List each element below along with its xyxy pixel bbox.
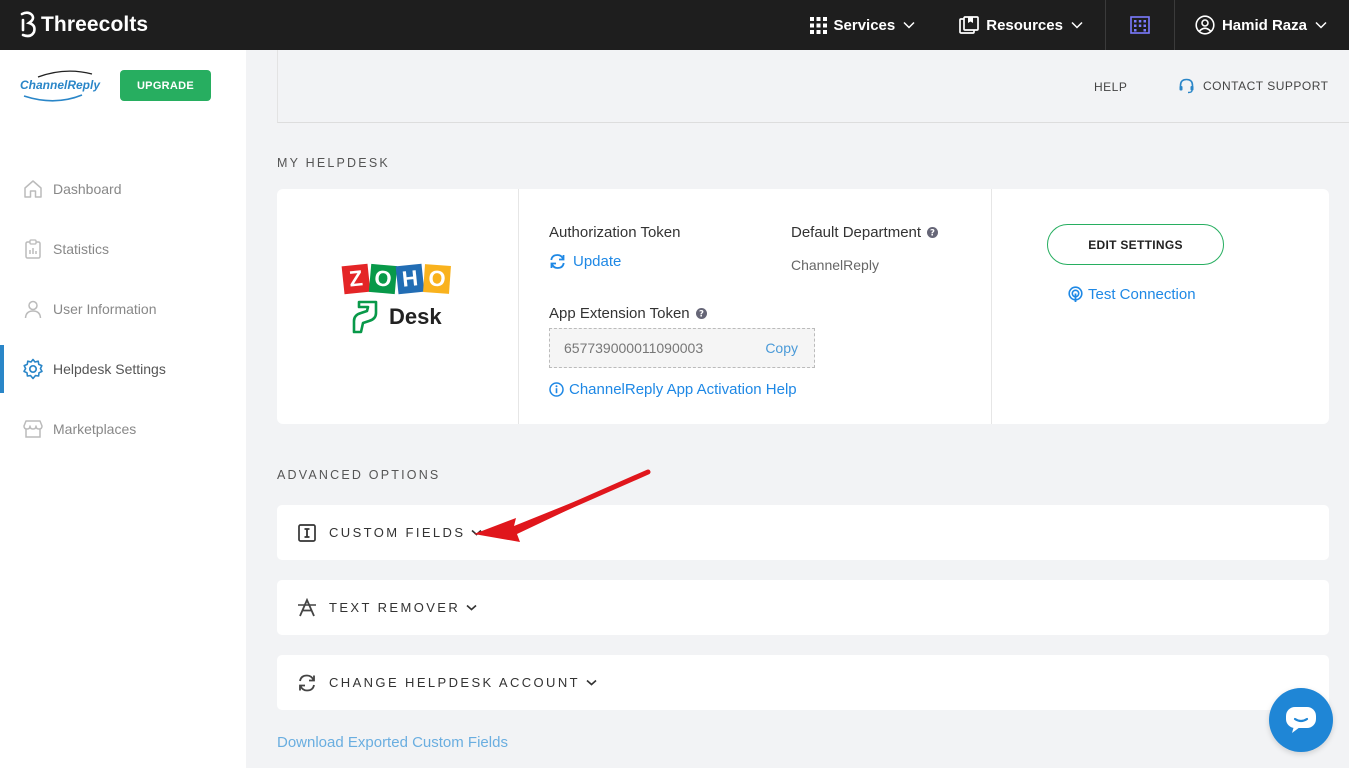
desk-wordmark: Desk [389,304,442,329]
app-extension-token-field: 657739000011090003 Copy [549,328,815,368]
sidebar-item-label: Dashboard [53,181,122,197]
change-helpdesk-account-accordion[interactable]: CHANGE HELPDESK ACCOUNT [277,655,1329,710]
zoho-letter: Z [341,263,371,295]
chat-bubble-icon [1286,707,1316,733]
help-question-icon[interactable]: ? [695,308,707,319]
activation-help-link[interactable]: ChannelReply App Activation Help [549,381,797,398]
top-nav: Services Resources Hamid Raza [788,0,1349,50]
test-connection-label: Test Connection [1088,286,1196,303]
info-icon [549,382,564,397]
sidebar-item-helpdesk-settings[interactable]: Helpdesk Settings [0,345,246,393]
test-connection-link[interactable]: Test Connection [1067,286,1196,303]
resources-label: Resources [986,16,1063,34]
brand-name: Threecolts [41,13,149,36]
chevron-down-icon [471,529,482,536]
sidebar-item-label: Statistics [53,241,110,257]
copy-token-button[interactable]: Copy [765,340,798,356]
zoho-desk-logo: Z O H O Desk [341,263,455,345]
help-question-icon[interactable]: ? [927,227,939,238]
chevron-down-icon [466,604,477,611]
contact-support-label: CONTACT SUPPORT [1203,78,1329,93]
sidebar-item-label: Helpdesk Settings [53,361,166,377]
sidebar-item-label: Marketplaces [53,421,137,437]
sync-icon [297,673,317,693]
chevron-down-icon [903,21,915,29]
advanced-options-title: ADVANCED OPTIONS [277,468,441,482]
clipboard-chart-icon [22,238,44,260]
refresh-icon [550,254,565,269]
signal-icon [1068,286,1083,302]
sidebar-item-label: User Information [53,301,157,317]
threecolts-logo-icon [20,11,36,38]
home-icon [22,178,44,200]
svg-text:?: ? [699,310,704,319]
activation-help-label: ChannelReply App Activation Help [569,381,797,398]
resources-menu[interactable]: Resources [937,0,1105,50]
text-field-icon [297,523,317,543]
logo-wordmark: ChannelReply [20,78,101,92]
chevron-down-icon [586,679,597,686]
sidebar: ChannelReply UPGRADE Dashboard Statistic… [0,50,246,768]
building-icon [1130,16,1150,34]
custom-fields-accordion[interactable]: CUSTOM FIELDS [277,505,1329,560]
authorization-token-text: Authorization Token [549,224,681,241]
zoho-letters: Z O H O [341,263,455,295]
app-extension-token-label: App Extension Token ? [549,305,707,322]
strikethrough-a-icon [297,597,317,618]
authorization-token-label: Authorization Token [549,224,680,241]
chevron-down-icon [1071,21,1083,29]
download-exported-custom-fields-link[interactable]: Download Exported Custom Fields [277,734,508,751]
zoho-letter: O [368,263,398,295]
default-department-value: ChannelReply [791,257,879,273]
custom-fields-label: CUSTOM FIELDS [329,525,466,540]
top-navigation-bar: Threecolts Services Resources Hamid Raza [0,0,1349,50]
headset-icon [1179,78,1194,94]
chat-widget-button[interactable] [1269,688,1333,752]
sidebar-item-statistics[interactable]: Statistics [0,225,246,273]
organization-button[interactable] [1106,0,1174,50]
help-link[interactable]: HELP [1094,80,1127,94]
services-menu[interactable]: Services [788,0,938,50]
card-divider [518,189,519,424]
default-department-text: Default Department [791,224,922,241]
store-icon [22,418,44,440]
app-extension-token-value: 657739000011090003 [564,340,704,356]
sidebar-item-marketplaces[interactable]: Marketplaces [0,405,246,453]
svg-text:?: ? [930,229,935,238]
app-extension-token-text: App Extension Token [549,305,690,322]
book-icon [959,16,980,34]
change-helpdesk-account-label: CHANGE HELPDESK ACCOUNT [329,675,580,690]
text-remover-label: TEXT REMOVER [329,600,461,615]
gear-icon [22,358,44,380]
user-menu[interactable]: Hamid Raza [1175,0,1349,50]
update-token-link[interactable]: Update [549,253,621,270]
desk-row: Desk [351,299,455,335]
edit-settings-button[interactable]: EDIT SETTINGS [1047,224,1224,265]
user-name: Hamid Raza [1221,16,1307,34]
grid-icon [809,16,827,34]
zoho-letter: H [395,263,425,295]
user-circle-icon [1195,15,1215,35]
user-icon [22,298,44,320]
services-label: Services [833,16,896,34]
helpdesk-card: Z O H O Desk Authorization Token Update … [277,189,1329,424]
zoho-letter: O [423,264,451,294]
chevron-down-icon [1315,21,1327,29]
card-divider [991,189,992,424]
upgrade-button[interactable]: UPGRADE [120,70,211,101]
logo-text: ChannelReply [20,78,100,92]
my-helpdesk-title: MY HELPDESK [277,156,390,170]
threecolts-brand[interactable]: Threecolts [18,10,148,40]
default-department-label: Default Department ? [791,224,939,241]
contact-support-link[interactable]: CONTACT SUPPORT [1178,77,1329,94]
channelreply-logo[interactable]: ChannelReply [20,68,100,108]
text-remover-accordion[interactable]: TEXT REMOVER [277,580,1329,635]
desk-mark-icon [352,300,378,334]
sidebar-item-user-information[interactable]: User Information [0,285,246,333]
update-label: Update [573,253,622,270]
sidebar-item-dashboard[interactable]: Dashboard [0,165,246,213]
content-header: HELP CONTACT SUPPORT [277,50,1349,123]
